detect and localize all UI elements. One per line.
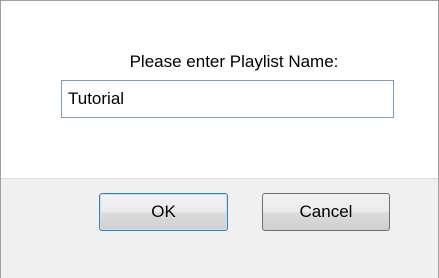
playlist-name-input[interactable]: [61, 80, 394, 118]
playlist-name-dialog: Please enter Playlist Name: OK Cancel: [0, 0, 439, 278]
cancel-button[interactable]: Cancel: [262, 193, 390, 231]
ok-button[interactable]: OK: [99, 193, 228, 231]
prompt-label: Please enter Playlist Name:: [129, 52, 339, 71]
dialog-content: Please enter Playlist Name:: [1, 1, 438, 178]
